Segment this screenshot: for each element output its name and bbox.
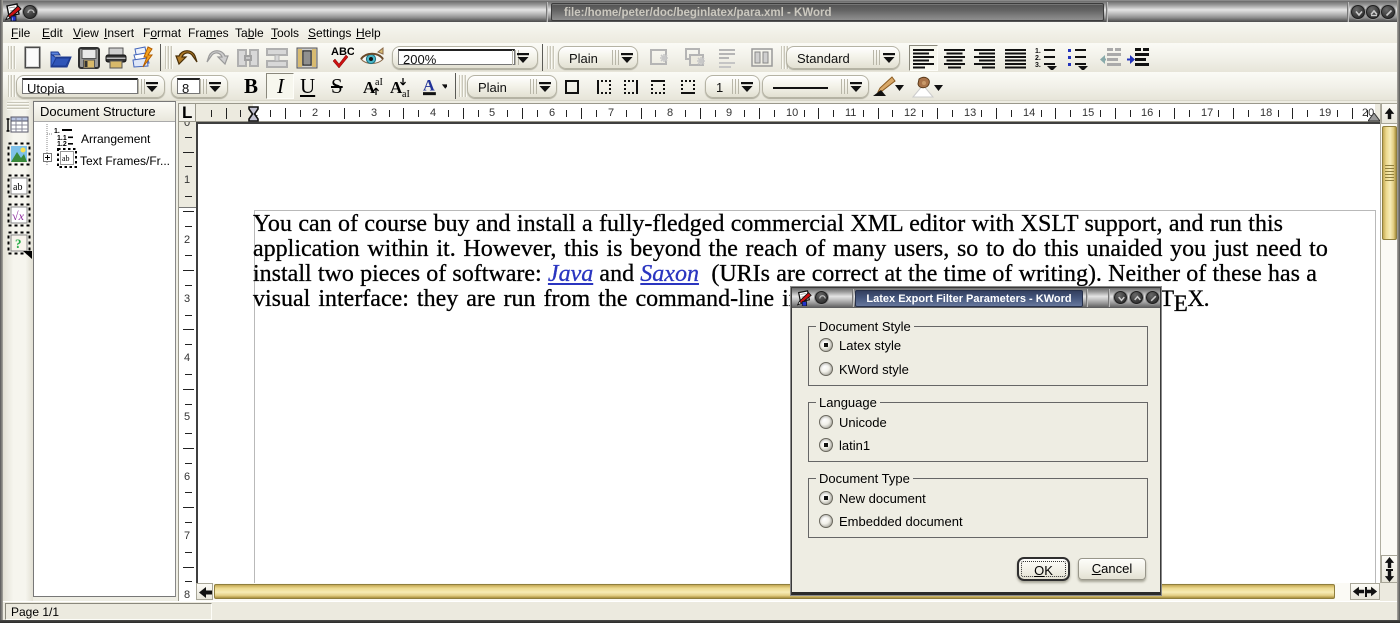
svg-text:1.2: 1.2 [57, 141, 67, 146]
svg-text:ABC: ABC [331, 46, 354, 58]
svg-text:3.: 3. [1035, 62, 1041, 69]
svg-text:aI: aI [375, 77, 383, 88]
svg-text:A: A [423, 75, 435, 94]
svg-text:1.: 1. [1035, 48, 1041, 55]
svg-text:i: i [12, 17, 13, 22]
svg-text:aI: aI [402, 89, 410, 99]
svg-text:1.: 1. [54, 128, 60, 135]
svg-text:2.: 2. [1035, 55, 1041, 62]
svg-text:?: ? [15, 236, 22, 251]
svg-text:ab: ab [62, 154, 70, 163]
svg-text:ab: ab [13, 182, 22, 193]
svg-text:√x: √x [12, 209, 25, 223]
